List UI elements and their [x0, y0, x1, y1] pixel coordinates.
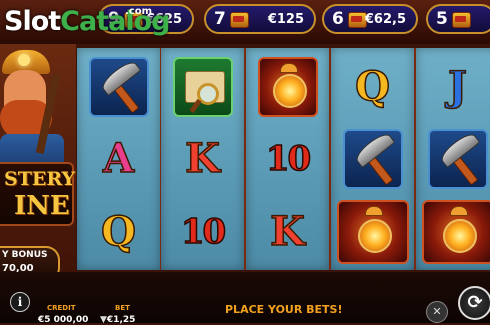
symbol-text: K [269, 208, 305, 255]
paytable-count: 6 [332, 9, 344, 29]
paytable-amount: €125 [267, 11, 304, 27]
bet-label: BET [115, 304, 130, 312]
paytable-bar: 9 €625 7 €125 6 €62,5 5 SlotCatalog .com [0, 0, 490, 44]
watermark-part1: Slot [4, 6, 61, 37]
symbol-text: A [102, 135, 135, 182]
gold-icon [452, 12, 471, 28]
pickaxe-icon [77, 50, 160, 124]
bet-control: ▼€1,25 [100, 315, 135, 325]
symbol-text: Q [100, 208, 136, 255]
control-bar: i CREDIT €5 000,00 BET ▼€1,25 PLACE YOUR… [0, 272, 490, 325]
symbol-10: 10 [161, 195, 244, 269]
symbol-q: Q [77, 195, 160, 269]
paytable-count: 7 [214, 9, 226, 29]
paytable-amount: €62,5 [364, 11, 406, 27]
helmet-lamp-icon [18, 54, 30, 66]
bonus-label: Y BONUS [2, 250, 48, 260]
pickaxe-icon [416, 122, 490, 196]
lantern-icon [246, 50, 329, 124]
info-icon[interactable]: i [10, 292, 30, 312]
character-panel: STERY INE Y BONUS 70,00 [0, 44, 76, 302]
symbol-a: A [77, 122, 160, 196]
spin-button[interactable]: ⟳ [458, 286, 490, 320]
credit-value: €5 000,00 [38, 315, 89, 325]
pickaxe-icon [331, 122, 414, 196]
symbol-10: 10 [246, 122, 329, 196]
symbol-k: K [161, 122, 244, 196]
treasure-map-icon [161, 50, 244, 124]
symbol-j: J [416, 50, 490, 124]
paytable-item: 7 €125 [204, 4, 316, 34]
watermark-suffix: .com [125, 6, 153, 17]
reels-area: A Q K 10 10 K Q J [77, 48, 490, 270]
lantern-icon [416, 195, 490, 269]
status-message: PLACE YOUR BETS! [225, 303, 343, 316]
bet-decrease-icon[interactable]: ▼ [100, 315, 107, 325]
game-logo: STERY INE [0, 162, 76, 226]
turbo-icon[interactable]: ✕ [426, 301, 448, 323]
gold-icon [230, 12, 249, 28]
bet-value: €1,25 [106, 315, 136, 325]
watermark-logo: SlotCatalog .com [4, 4, 170, 42]
paytable-count: 5 [436, 9, 448, 29]
game-logo-line2: INE [14, 191, 70, 221]
reel-5: J [416, 48, 490, 270]
symbol-text: 10 [180, 212, 227, 252]
game-logo-line1: STERY [4, 168, 76, 190]
symbol-text: J [447, 63, 467, 110]
reel-1: AQ [77, 48, 160, 270]
symbol-q: Q [331, 50, 414, 124]
paytable-item: 6 €62,5 [322, 4, 418, 34]
watermark-part2: Catalog [60, 6, 170, 37]
reel-4: Q [331, 48, 414, 270]
credit-label: CREDIT [47, 304, 76, 312]
reel-3: 10 K [246, 48, 329, 270]
lantern-icon [331, 195, 414, 269]
paytable-item: 5 [426, 4, 490, 34]
symbol-k: K [246, 195, 329, 269]
reel-2: K 10 [161, 48, 244, 270]
symbol-text: K [184, 135, 220, 182]
symbol-text: 10 [265, 139, 312, 179]
symbol-text: Q [354, 63, 390, 110]
